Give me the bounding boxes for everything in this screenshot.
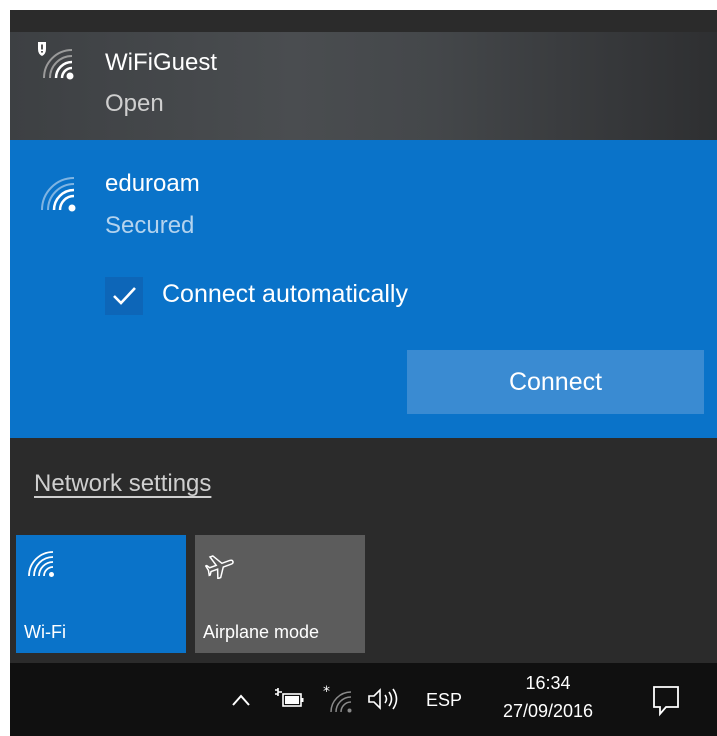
wifi-signal-icon: [38, 174, 78, 214]
quick-action-label: Airplane mode: [203, 622, 320, 642]
wifi-shield-warning-icon: [36, 42, 76, 82]
network-name: WiFiGuest: [105, 49, 218, 76]
quick-action-label: Wi-Fi: [24, 622, 66, 642]
network-flyout: WiFiGuest Open eduroam Secured Connect a…: [10, 10, 717, 663]
airplane-icon: [205, 549, 235, 579]
connect-button[interactable]: Connect: [407, 350, 704, 414]
chevron-up-icon[interactable]: [228, 687, 254, 713]
connect-automatically-label[interactable]: Connect automatically: [162, 280, 408, 309]
wifi-icon: [26, 549, 56, 579]
network-settings-link[interactable]: Network settings: [34, 470, 211, 498]
language-indicator[interactable]: ESP: [420, 687, 468, 713]
wifi-tray-icon[interactable]: *: [322, 683, 354, 715]
connect-automatically-checkbox[interactable]: [105, 277, 143, 315]
network-item-eduroam[interactable]: eduroam Secured Connect automatically Co…: [10, 140, 717, 438]
network-status: Secured: [105, 212, 195, 239]
network-name: eduroam: [105, 170, 200, 197]
network-status: Open: [105, 90, 164, 117]
action-center-icon[interactable]: [646, 683, 686, 719]
battery-charging-icon[interactable]: [272, 685, 306, 713]
clock-time: 16:34: [525, 673, 571, 693]
clock-date: 27/09/2016: [502, 701, 594, 721]
volume-icon[interactable]: [364, 685, 404, 713]
quick-action-wifi[interactable]: Wi-Fi: [16, 535, 186, 653]
clock[interactable]: 16:34 27/09/2016: [488, 669, 608, 725]
taskbar: * ESP 16:34 27/09/2016: [10, 663, 717, 736]
network-item-wifiguest[interactable]: WiFiGuest Open: [10, 32, 717, 150]
svg-text:*: *: [323, 684, 330, 700]
quick-action-airplane-mode[interactable]: Airplane mode: [195, 535, 365, 653]
